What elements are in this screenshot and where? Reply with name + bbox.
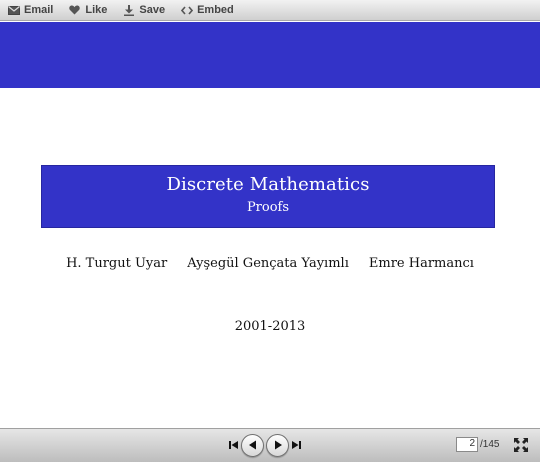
slide-title-box: Discrete Mathematics Proofs bbox=[41, 165, 495, 228]
slide-date: 2001-2013 bbox=[234, 319, 306, 334]
first-page-icon[interactable] bbox=[228, 439, 240, 451]
author-name: Emre Harmancı bbox=[368, 256, 474, 271]
author-list: H. Turgut Uyar Ayşegül Gençata Yayımlı E… bbox=[0, 256, 540, 276]
envelope-icon bbox=[7, 4, 20, 16]
author-name: Ayşegül Gençata Yayımlı bbox=[187, 256, 349, 271]
next-page-icon[interactable] bbox=[266, 433, 289, 457]
embed-button[interactable]: Embed bbox=[180, 4, 234, 16]
fullscreen-icon[interactable] bbox=[514, 437, 528, 452]
like-label: Like bbox=[85, 4, 108, 16]
save-label: Save bbox=[139, 4, 166, 16]
like-button[interactable]: Like bbox=[68, 4, 107, 16]
code-icon bbox=[180, 4, 193, 16]
nav-controls bbox=[228, 432, 302, 458]
slide-subtitle: Proofs bbox=[246, 200, 290, 215]
page-number-input[interactable]: 2 bbox=[456, 437, 478, 452]
save-button[interactable]: Save bbox=[122, 4, 165, 16]
page-indicator: 2 /145 bbox=[456, 437, 499, 452]
email-label: Email bbox=[24, 4, 54, 16]
page-total: /145 bbox=[480, 439, 500, 450]
author-name: H. Turgut Uyar bbox=[66, 256, 168, 271]
last-page-icon[interactable] bbox=[290, 439, 302, 451]
download-icon bbox=[122, 4, 135, 16]
slide-title: Discrete Mathematics bbox=[166, 174, 370, 195]
email-button[interactable]: Email bbox=[7, 4, 53, 16]
previous-page-icon[interactable] bbox=[241, 433, 264, 457]
heart-icon bbox=[68, 4, 81, 16]
slide-header-bar bbox=[0, 22, 540, 88]
embed-label: Embed bbox=[197, 4, 234, 16]
toolbar: Email Like Save Embed bbox=[0, 0, 540, 21]
navigation-bar: 2 /145 bbox=[0, 428, 540, 462]
